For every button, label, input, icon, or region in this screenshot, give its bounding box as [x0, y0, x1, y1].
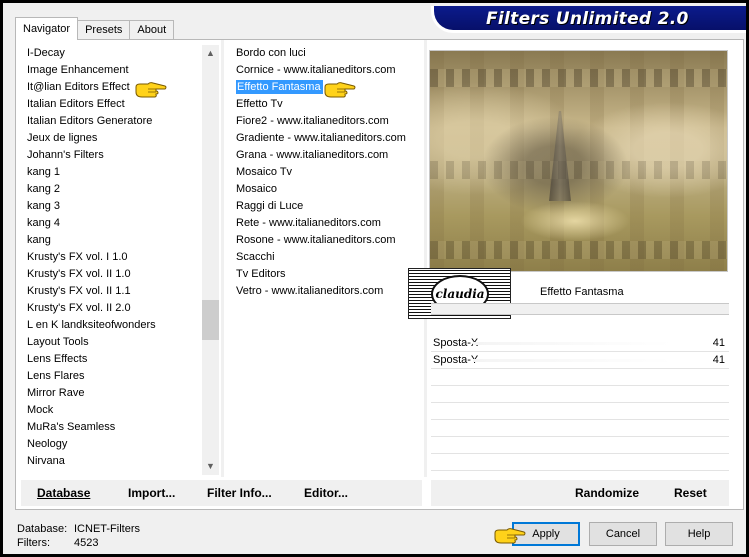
- category-item[interactable]: Mirror Rave: [26, 385, 198, 402]
- database-button[interactable]: Database: [37, 486, 90, 500]
- category-item[interactable]: kang 1: [26, 164, 198, 181]
- filter-item-label: Grana - www.italianeditors.com: [236, 149, 389, 161]
- database-value: ICNET-Filters: [74, 523, 140, 535]
- category-item[interactable]: Neology: [26, 436, 198, 453]
- tab-navigator[interactable]: Navigator: [15, 17, 79, 40]
- filter-item[interactable]: Rete - www.italianeditors.com: [234, 215, 424, 232]
- filters-unlimited-window: Filters Unlimited 2.0 Navigator Presets …: [3, 3, 746, 554]
- filter-item-label: Gradiente - www.italianeditors.com: [236, 132, 406, 144]
- category-item[interactable]: MuRa's Seamless: [26, 419, 198, 436]
- column-divider: [424, 40, 427, 477]
- scroll-down-icon[interactable]: ▼: [202, 458, 219, 475]
- filter-item-label: Tv Editors: [236, 268, 286, 280]
- category-list[interactable]: I-Decay Image Enhancement It@lian Editors …: [26, 45, 198, 473]
- pointing-hand-icon: [135, 82, 167, 98]
- filter-info-button[interactable]: Filter Info...: [207, 486, 272, 500]
- column-divider: [221, 40, 224, 477]
- filter-item-label: Vetro - www.italianeditors.com: [236, 285, 384, 297]
- effect-name: Effetto Fantasma: [540, 286, 624, 298]
- editor-button[interactable]: Editor...: [304, 486, 348, 500]
- effect-button-bar: Randomize Reset: [431, 480, 729, 506]
- import-button[interactable]: Import...: [128, 486, 175, 500]
- filter-item[interactable]: Grana - www.italianeditors.com: [234, 147, 424, 164]
- filter-item-label: Effetto Fantasma: [236, 80, 323, 94]
- param-label: Sposta-X: [433, 337, 479, 349]
- tab-about[interactable]: About: [129, 20, 175, 40]
- category-item[interactable]: I-Decay: [26, 45, 198, 62]
- category-item[interactable]: Lens Effects: [26, 351, 198, 368]
- category-item[interactable]: Nirvana: [26, 453, 198, 470]
- param-value: 41: [712, 337, 725, 349]
- filter-item[interactable]: Raggi di Luce: [234, 198, 424, 215]
- help-button[interactable]: Help: [665, 522, 733, 546]
- filter-item[interactable]: Fiore2 - www.italianeditors.com: [234, 113, 424, 130]
- filter-item-label: Fiore2 - www.italianeditors.com: [236, 115, 389, 127]
- filter-item[interactable]: Tv Editors: [234, 266, 424, 283]
- scroll-up-icon[interactable]: ▲: [202, 45, 219, 62]
- category-item[interactable]: L en K landksiteofwonders: [26, 317, 198, 334]
- param-value: 41: [712, 354, 725, 366]
- filter-item[interactable]: Vetro - www.italianeditors.com: [234, 283, 424, 300]
- category-item[interactable]: Lens Flares: [26, 368, 198, 385]
- filter-item[interactable]: Scacchi: [234, 249, 424, 266]
- filter-item-label: Mosaico Tv: [236, 166, 293, 178]
- filter-item-label: Mosaico: [236, 183, 277, 195]
- filter-item[interactable]: Bordo con luci: [234, 45, 424, 62]
- database-info: Database: ICNET-Filters Filters: 4523: [17, 522, 140, 550]
- category-item[interactable]: Image Enhancement: [26, 62, 198, 79]
- filter-item[interactable]: Rosone - www.italianeditors.com: [234, 232, 424, 249]
- reset-button[interactable]: Reset: [674, 486, 707, 500]
- param-row-sposta-x[interactable]: Sposta-X 41: [431, 335, 729, 352]
- filters-label: Filters:: [17, 537, 50, 549]
- param-slider[interactable]: [473, 342, 673, 345]
- filter-item[interactable]: Cornice - www.italianeditors.com: [234, 62, 424, 79]
- filter-item[interactable]: Mosaico: [234, 181, 424, 198]
- tab-bar: Navigator Presets About: [15, 16, 175, 40]
- category-item[interactable]: Krusty's FX vol. II 2.0: [26, 300, 198, 317]
- category-item[interactable]: Krusty's FX vol. II 1.0: [26, 266, 198, 283]
- filter-item-label: Raggi di Luce: [236, 200, 304, 212]
- filter-item-label: Rosone - www.italianeditors.com: [236, 234, 396, 246]
- category-item[interactable]: Italian Editors Generatore: [26, 113, 198, 130]
- filters-count: 4523: [74, 537, 99, 549]
- category-item[interactable]: Johann's Filters: [26, 147, 198, 164]
- filter-item-label: Bordo con luci: [236, 47, 306, 59]
- parameter-sliders: Sposta-X 41 Sposta-Y 41: [431, 335, 729, 488]
- category-item[interactable]: It@lian Editors Effect: [26, 79, 198, 96]
- category-item[interactable]: Krusty's FX vol. II 1.1: [26, 283, 198, 300]
- filter-item[interactable]: Gradiente - www.italianeditors.com: [234, 130, 424, 147]
- param-label: Sposta-Y: [433, 354, 479, 366]
- category-item[interactable]: kang: [26, 232, 198, 249]
- tab-presets[interactable]: Presets: [77, 20, 131, 40]
- filter-item-label: Rete - www.italianeditors.com: [236, 217, 381, 229]
- preview-image: [429, 50, 728, 272]
- navigator-button-bar: Database Import... Filter Info... Editor…: [21, 480, 422, 506]
- randomize-button[interactable]: Randomize: [575, 486, 639, 500]
- filter-item-label: Cornice - www.italianeditors.com: [236, 64, 396, 76]
- category-item[interactable]: kang 4: [26, 215, 198, 232]
- category-scrollbar[interactable]: ▲ ▼: [202, 45, 219, 475]
- cancel-button[interactable]: Cancel: [589, 522, 657, 546]
- window-title: Filters Unlimited 2.0: [486, 9, 689, 29]
- category-item[interactable]: Jeux de lignes: [26, 130, 198, 147]
- filter-item-label: Effetto Tv: [236, 98, 283, 110]
- category-item[interactable]: Italian Editors Effect: [26, 96, 198, 113]
- category-item[interactable]: Krusty's FX vol. I 1.0: [26, 249, 198, 266]
- param-row-sposta-y[interactable]: Sposta-Y 41: [431, 352, 729, 369]
- title-banner: Filters Unlimited 2.0: [431, 6, 746, 33]
- category-item[interactable]: Layout Tools: [26, 334, 198, 351]
- category-item[interactable]: Mock: [26, 402, 198, 419]
- param-slider[interactable]: [473, 359, 673, 362]
- filter-item[interactable]: Mosaico Tv: [234, 164, 424, 181]
- pointing-hand-icon: [324, 82, 356, 98]
- category-item[interactable]: kang 2: [26, 181, 198, 198]
- filter-item-label: Scacchi: [236, 251, 275, 263]
- pointing-hand-icon: [494, 528, 526, 544]
- effect-divider: [431, 303, 729, 315]
- database-label: Database:: [17, 523, 68, 535]
- scroll-thumb[interactable]: [202, 300, 219, 340]
- category-item[interactable]: kang 3: [26, 198, 198, 215]
